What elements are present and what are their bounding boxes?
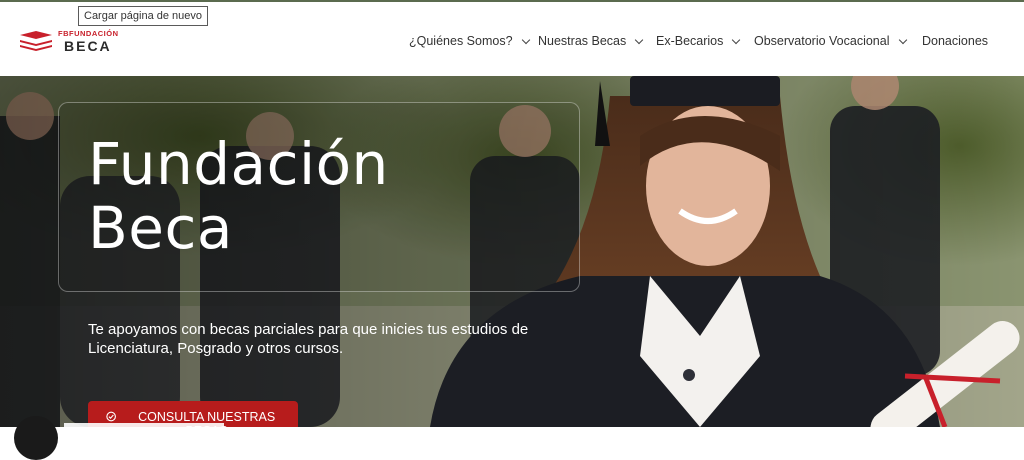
- main-nav: ¿Quiénes Somos? Nuestras Becas Ex-Becari…: [0, 31, 1024, 51]
- nav-item-label: Nuestras Becas: [538, 34, 627, 48]
- hero-title-line-1: Fundación: [88, 130, 389, 198]
- nav-item-quienes-somos[interactable]: ¿Quiénes Somos?: [409, 31, 530, 51]
- hero-title: Fundación Beca: [88, 132, 568, 260]
- nav-item-label: ¿Quiénes Somos?: [409, 34, 513, 48]
- nav-item-label: Ex-Becarios: [656, 34, 724, 48]
- nav-item-ex-becarios[interactable]: Ex-Becarios: [656, 31, 741, 51]
- nav-item-label: Observatorio Vocacional: [754, 34, 890, 48]
- nav-item-observatorio-vocacional[interactable]: Observatorio Vocacional: [754, 31, 907, 51]
- chevron-down-icon: [634, 35, 644, 44]
- page-cutoff-strip: [64, 423, 224, 427]
- chevron-down-icon: [898, 35, 907, 44]
- hero-subtitle: Te apoyamos con becas parciales para que…: [88, 321, 529, 357]
- nav-item-donaciones[interactable]: Donaciones: [922, 31, 988, 51]
- hero-section: Fundación Beca Te apoyamos con becas par…: [0, 76, 1024, 427]
- check-circle-icon: [106, 411, 116, 422]
- chevron-down-icon: [521, 35, 530, 44]
- nav-item-nuestras-becas[interactable]: Nuestras Becas: [538, 31, 644, 51]
- chevron-down-icon: [732, 35, 741, 44]
- chat-widget-button[interactable]: [14, 416, 58, 460]
- reload-tooltip: Cargar página de nuevo: [78, 6, 209, 26]
- nav-item-label: Donaciones: [922, 34, 989, 48]
- hero-title-line-2: Beca: [88, 194, 233, 262]
